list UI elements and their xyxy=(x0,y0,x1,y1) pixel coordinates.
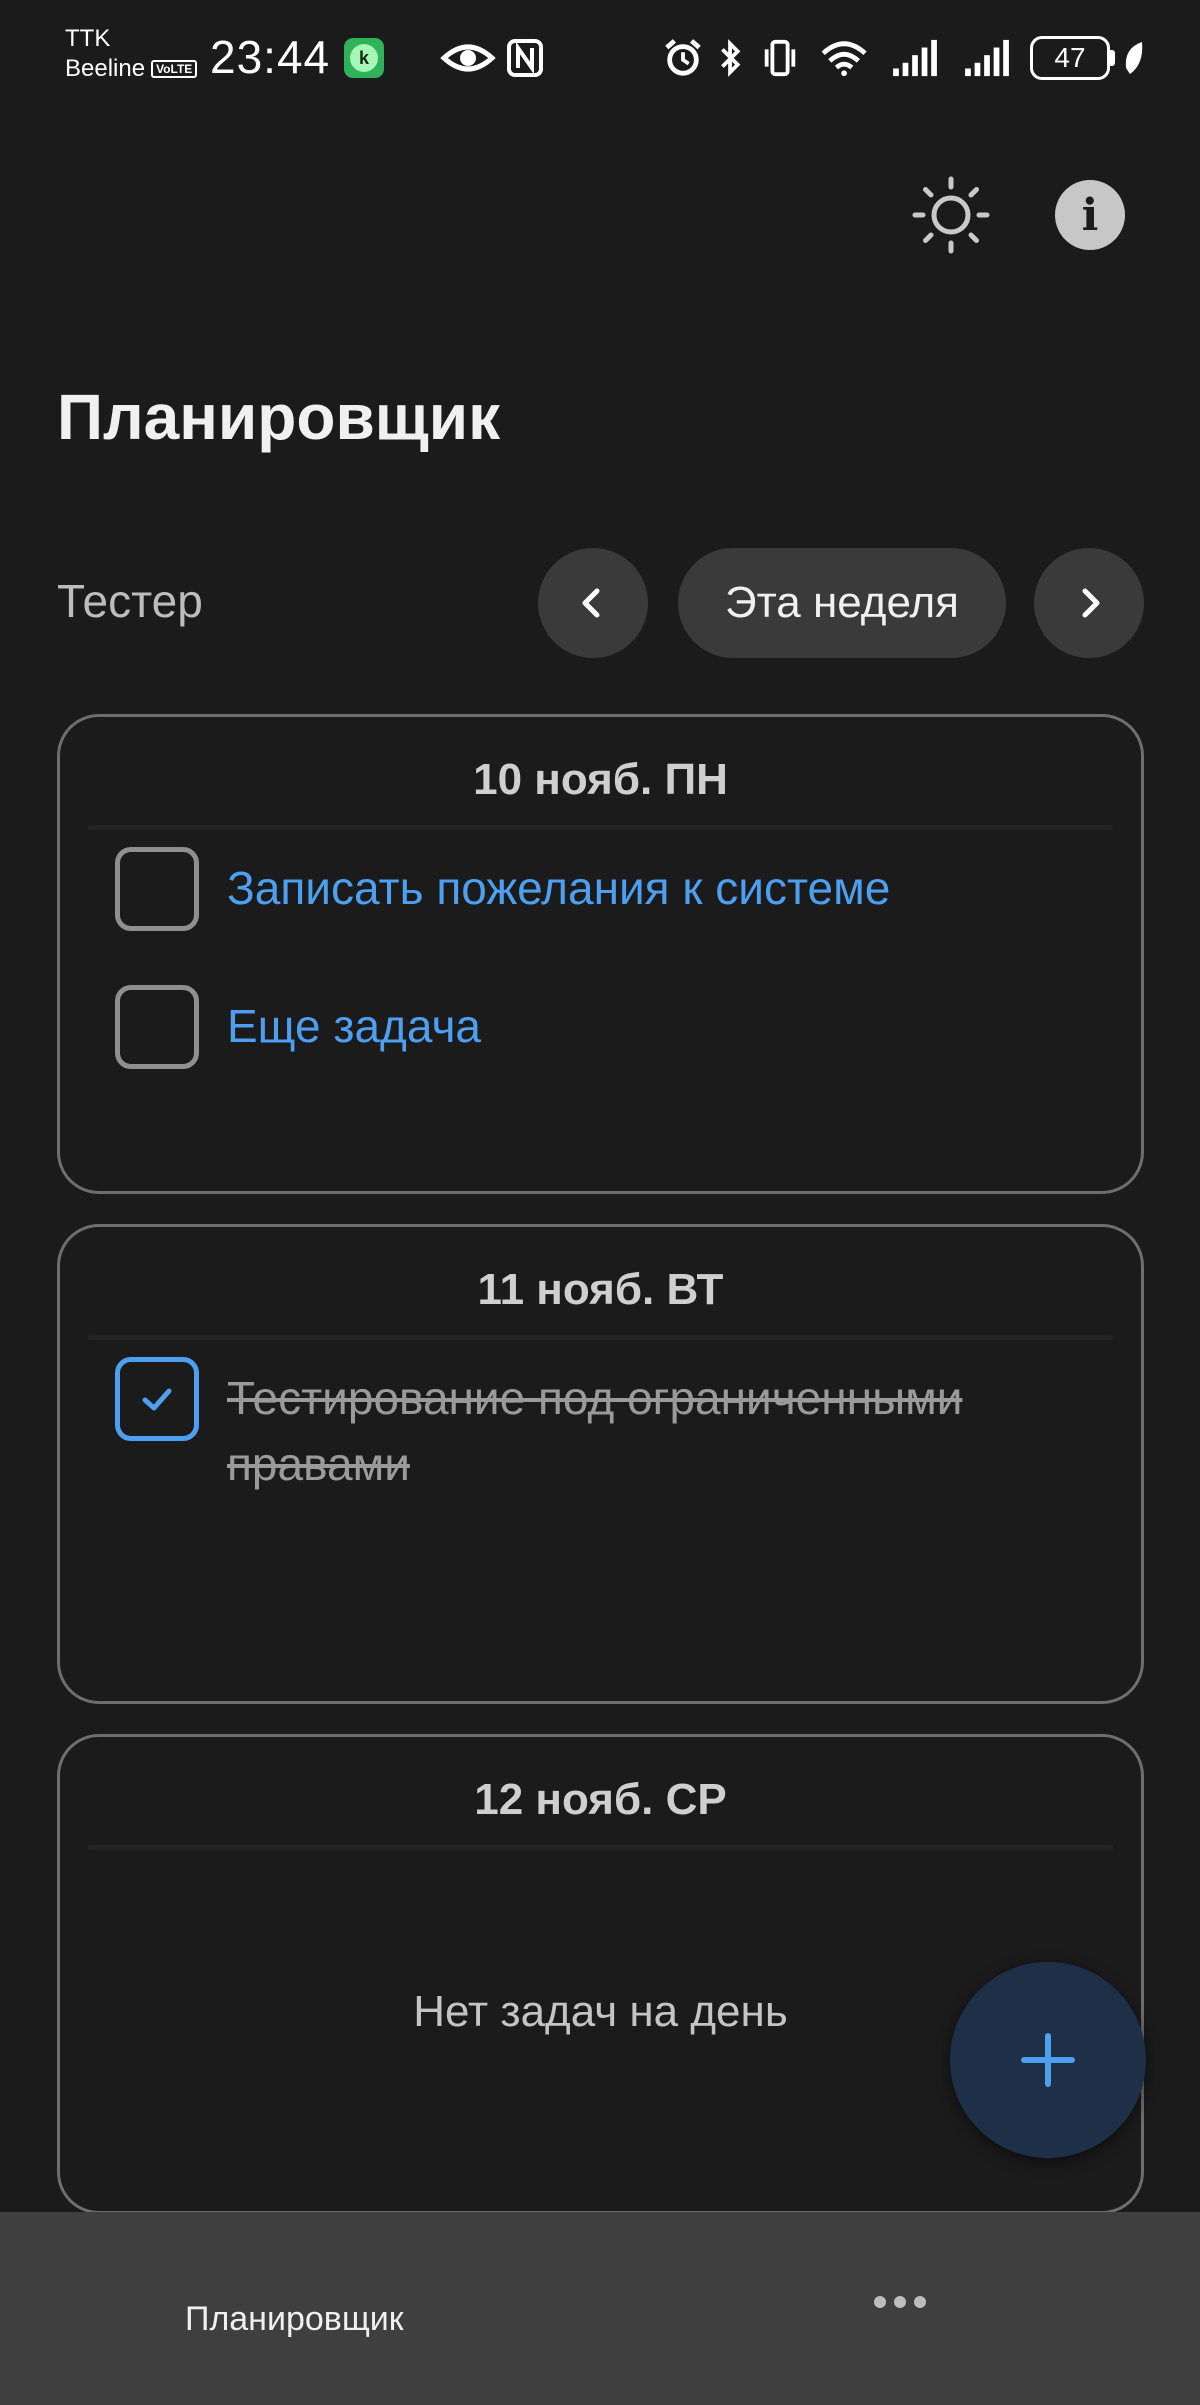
battery-indicator: 47 xyxy=(1030,36,1110,80)
sun-icon xyxy=(912,176,990,254)
kaspersky-icon: k xyxy=(344,38,384,78)
eye-icon xyxy=(440,44,496,72)
volte-badge: VoLTE xyxy=(151,60,198,78)
task-checkbox-checked[interactable] xyxy=(115,1357,199,1441)
status-bar: TTK Beeline VoLTE 23:44 k 47 xyxy=(0,0,1200,120)
day-divider xyxy=(88,1845,1113,1850)
task-checkbox[interactable] xyxy=(115,985,199,1069)
alarm-icon xyxy=(665,39,701,76)
info-icon: i xyxy=(1055,180,1125,250)
plus-icon xyxy=(1021,2033,1075,2087)
day-card: 11 нояб. ВТ Тестирование под ограниченны… xyxy=(57,1224,1144,1704)
signal-2-icon xyxy=(965,39,1009,77)
task-title[interactable]: Тестирование под ограниченными правами xyxy=(227,1365,1047,1497)
task-title[interactable]: Записать пожелания к системе xyxy=(227,855,890,921)
carrier-1: TTK xyxy=(65,25,111,52)
more-menu-button[interactable] xyxy=(858,2272,942,2332)
day-divider xyxy=(88,1335,1113,1340)
tab-planner[interactable]: Планировщик xyxy=(185,2300,404,2339)
next-week-button[interactable] xyxy=(1034,548,1144,658)
status-clock: 23:44 xyxy=(210,31,331,83)
bottom-navigation: Планировщик xyxy=(0,2212,1200,2405)
theme-toggle-button[interactable] xyxy=(911,175,991,255)
chevron-left-icon xyxy=(582,588,600,618)
info-button[interactable]: i xyxy=(1050,175,1130,255)
day-card: 10 нояб. ПН Записать пожелания к системе… xyxy=(57,714,1144,1194)
wifi-icon xyxy=(821,41,867,77)
task-item[interactable]: Записать пожелания к системе xyxy=(115,847,1101,931)
day-header: 12 нояб. СР xyxy=(474,1775,727,1824)
more-dots-icon xyxy=(874,2296,886,2308)
check-icon xyxy=(142,1388,172,1411)
prev-week-button[interactable] xyxy=(538,548,648,658)
leaf-icon xyxy=(1125,42,1143,74)
task-item[interactable]: Еще задача xyxy=(115,985,1101,1069)
carrier-2: Beeline xyxy=(65,55,146,82)
day-divider xyxy=(88,825,1113,830)
user-name: Тестер xyxy=(57,575,203,627)
day-header: 10 нояб. ПН xyxy=(473,755,728,804)
chevron-right-icon xyxy=(1082,588,1100,618)
nfc-icon xyxy=(507,39,543,77)
bluetooth-icon xyxy=(721,39,741,77)
day-card: 12 нояб. СР Нет задач на день xyxy=(57,1734,1144,2214)
task-title[interactable]: Еще задача xyxy=(227,993,481,1059)
task-item[interactable]: Тестирование под ограниченными правами xyxy=(115,1357,1101,1497)
page-title: Планировщик xyxy=(57,381,501,453)
vibrate-icon xyxy=(764,39,796,77)
carrier-info: TTK Beeline VoLTE xyxy=(65,24,198,84)
add-task-button[interactable] xyxy=(950,1962,1146,2158)
signal-1-icon xyxy=(893,39,937,77)
task-checkbox[interactable] xyxy=(115,847,199,931)
day-header: 11 нояб. ВТ xyxy=(477,1265,724,1314)
current-week-button[interactable]: Эта неделя xyxy=(678,548,1006,658)
battery-tip xyxy=(1110,50,1115,66)
